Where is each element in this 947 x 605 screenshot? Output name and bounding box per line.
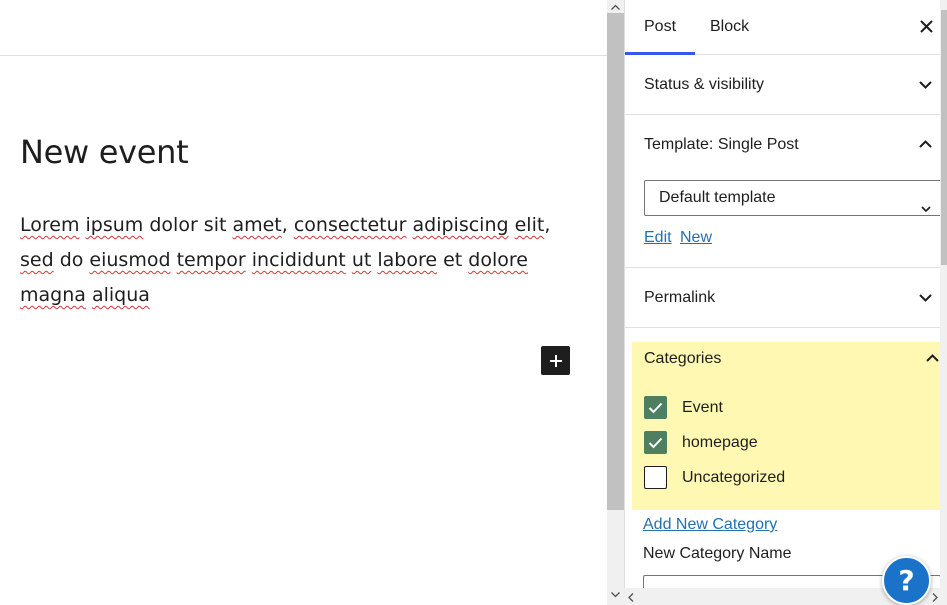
template-select[interactable]: Default template (644, 180, 942, 216)
misspelled-word: elit (514, 214, 545, 236)
misspelled-word: labore (377, 249, 438, 271)
misspelled-word: magna (20, 284, 86, 306)
settings-sidebar: Post Block Status & visibility Template:… (624, 0, 947, 605)
misspelled-word: Lorem (20, 214, 80, 236)
close-sidebar-button[interactable] (914, 14, 938, 38)
checkmark-icon (648, 402, 663, 413)
sidebar-scrollbar[interactable] (940, 0, 947, 590)
misspelled-word: amet (232, 214, 282, 236)
panel-status-visibility[interactable]: Status & visibility (625, 55, 947, 115)
scroll-up-arrow-icon[interactable] (607, 0, 624, 13)
paragraph-text: dolor sit (143, 214, 233, 236)
editor-scroll-thumb[interactable] (607, 13, 624, 510)
panel-permalink[interactable]: Permalink (625, 268, 947, 328)
template-select-value: Default template (659, 189, 776, 206)
template-new-link[interactable]: New (680, 229, 712, 247)
panel-categories: Categories (632, 342, 947, 510)
paragraph-text: , (544, 214, 551, 236)
chevron-up-icon[interactable] (924, 350, 940, 366)
misspelled-word: consectetur (293, 214, 407, 236)
scroll-down-arrow-icon[interactable] (607, 588, 624, 601)
category-checkbox-event[interactable] (644, 396, 667, 419)
panel-template-title[interactable]: Template: Single Post (644, 136, 799, 154)
editor-canvas[interactable]: New event Lorem ipsum dolor sit amet, co… (0, 0, 607, 605)
close-icon (919, 19, 933, 33)
misspelled-word: aliqua (91, 284, 150, 306)
tab-post[interactable]: Post (625, 0, 696, 55)
misspelled-word: ipsum (85, 214, 144, 236)
category-label-homepage[interactable]: homepage (682, 434, 758, 452)
plus-icon (549, 354, 562, 367)
chevron-down-icon[interactable] (917, 77, 933, 93)
misspelled-word: sed (20, 249, 54, 271)
panel-permalink-title: Permalink (644, 289, 716, 306)
sidebar-tabs: Post Block (625, 0, 947, 55)
misspelled-word: adipiscing (412, 214, 509, 236)
paragraph-text: , (281, 214, 294, 236)
paragraph-text: do (53, 249, 90, 271)
chevron-down-icon (921, 191, 931, 225)
template-edit-link[interactable]: Edit (644, 229, 672, 247)
misspelled-word: eiusmod (89, 249, 171, 271)
misspelled-word: dolore (468, 249, 528, 271)
chevron-down-icon[interactable] (917, 290, 933, 306)
category-checkbox-uncategorized[interactable] (644, 466, 667, 489)
scroll-right-arrow-icon[interactable] (932, 593, 938, 602)
checkmark-icon (648, 437, 663, 448)
category-checkbox-homepage[interactable] (644, 431, 667, 454)
editor-scrollbar[interactable] (607, 0, 624, 605)
panel-categories-title[interactable]: Categories (644, 350, 721, 368)
misspelled-word: tempor (176, 249, 246, 271)
paragraph-text: et (437, 249, 469, 271)
add-block-button[interactable] (541, 346, 570, 375)
post-title[interactable]: New event (20, 133, 189, 171)
category-label-uncategorized[interactable]: Uncategorized (682, 469, 785, 487)
panel-status-title: Status & visibility (644, 76, 765, 93)
editor-toolbar (0, 0, 607, 56)
misspelled-word: ut (351, 249, 372, 271)
scroll-left-arrow-icon[interactable] (628, 593, 634, 602)
category-label-event[interactable]: Event (682, 399, 723, 417)
chevron-up-icon[interactable] (917, 136, 933, 152)
help-button[interactable]: ? (882, 556, 931, 605)
misspelled-word: incididunt (251, 249, 346, 271)
post-paragraph[interactable]: Lorem ipsum dolor sit amet, consectetur … (20, 208, 580, 313)
tab-block[interactable]: Block (691, 0, 768, 54)
sidebar-scroll-thumb[interactable] (941, 10, 947, 265)
add-new-category-link[interactable]: Add New Category (643, 516, 777, 534)
new-category-name-label: New Category Name (643, 545, 792, 562)
